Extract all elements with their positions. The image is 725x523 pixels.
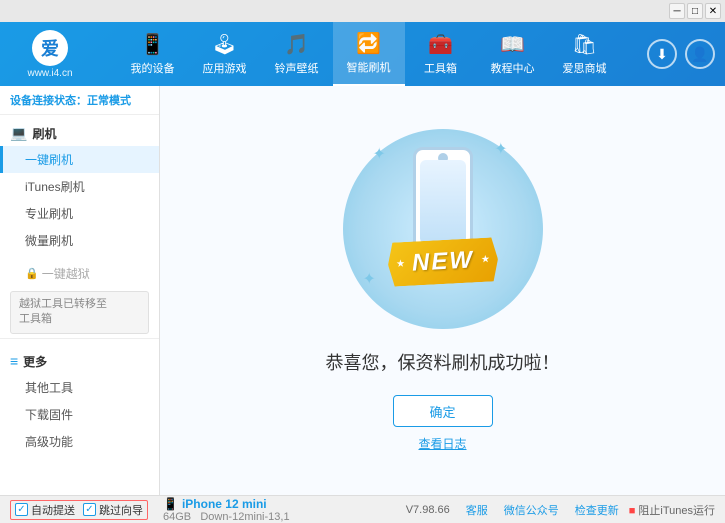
skip-wizard-checkbox[interactable] (83, 503, 96, 516)
version-label: V7.98.66 (406, 504, 450, 516)
bottom-right-links: V7.98.66 客服 微信公众号 检查更新 (406, 502, 619, 518)
device-info: 📱 iPhone 12 mini 64GB Down-12mini-13,1 (158, 497, 313, 523)
more-section-icon: ≡ (10, 353, 18, 369)
sparkle-icon-1: ✦ (373, 144, 386, 164)
device-icon: 📱 (163, 497, 178, 511)
logo[interactable]: 爱 www.i4.cn (10, 30, 90, 79)
nav-smart-flash[interactable]: 🔁 智能刷机 (333, 22, 405, 86)
sidebar-item-other-tools[interactable]: 其他工具 (0, 374, 159, 401)
nav-toolbox[interactable]: 🧰 工具箱 (405, 22, 477, 86)
more-section-title[interactable]: ≡ 更多 (0, 349, 159, 374)
wallpaper-icon: 🎵 (284, 32, 309, 57)
sidebar-item-jailbreak: 🔒 一键越狱 (0, 260, 159, 287)
status-label: 设备连接状态： (10, 95, 87, 107)
wechat-link[interactable]: 微信公众号 (504, 502, 559, 518)
success-message: 恭喜您，保资料刷机成功啦！ (326, 349, 560, 375)
download-button[interactable]: ⬇ (647, 39, 677, 69)
checkbox-group: 自动提送 跳过向导 (10, 500, 148, 520)
nav-apps-games[interactable]: 🕹 应用游戏 (189, 22, 261, 86)
user-button[interactable]: 👤 (685, 39, 715, 69)
nav-my-device[interactable]: 📱 我的设备 (117, 22, 189, 86)
star-right-icon: ★ (480, 254, 490, 265)
main-area: 设备连接状态：正常模式 💻 刷机 一键刷机 iTunes刷机 专业刷机 微量刷机… (0, 86, 725, 495)
status-value: 正常模式 (87, 95, 131, 107)
more-section: ≡ 更多 其他工具 下载固件 高级功能 (0, 343, 159, 461)
sidebar-item-one-click-flash[interactable]: 一键刷机 (0, 146, 159, 173)
success-illustration: ✦ ✦ ✦ ★ NEW ★ (343, 129, 543, 329)
confirm-button[interactable]: 确定 (393, 395, 493, 427)
sparkle-icon-2: ✦ (494, 139, 507, 159)
nav-right-buttons: ⬇ 👤 (647, 39, 715, 69)
daily-log-link[interactable]: 查看日志 (418, 435, 466, 452)
connection-status: 设备连接状态：正常模式 (0, 86, 159, 115)
auto-send-checkbox-label[interactable]: 自动提送 (15, 502, 75, 518)
sidebar-divider (0, 338, 159, 339)
device-details: 64GB Down-12mini-13,1 (163, 511, 313, 523)
nav-tutorial[interactable]: 📖 教程中心 (477, 22, 549, 86)
sidebar: 设备连接状态：正常模式 💻 刷机 一键刷机 iTunes刷机 专业刷机 微量刷机… (0, 86, 160, 495)
skip-wizard-checkbox-label[interactable]: 跳过向导 (83, 502, 143, 518)
apps-games-icon: 🕹 (212, 32, 237, 57)
nav-mall[interactable]: 🛍 爱思商城 (549, 22, 621, 86)
check-update-link[interactable]: 检查更新 (575, 502, 619, 518)
star-left-icon: ★ (395, 258, 405, 269)
minimize-button[interactable]: ─ (669, 3, 685, 19)
stop-icon: ■ (629, 505, 636, 517)
sidebar-notice: 越狱工具已转移至工具箱 (10, 291, 149, 334)
main-content: ✦ ✦ ✦ ★ NEW ★ 恭喜您，保资料刷机成功啦！ 确定 (160, 86, 725, 495)
header: 爱 www.i4.cn 📱 我的设备 🕹 应用游戏 🎵 铃声壁纸 🔁 智能刷机 … (0, 22, 725, 86)
sidebar-item-download-firmware[interactable]: 下载固件 (0, 401, 159, 428)
sparkle-icon-3: ✦ (363, 269, 376, 289)
flash-section-icon: 💻 (10, 125, 27, 142)
logo-icon: 爱 (32, 30, 68, 66)
sidebar-item-itunes-flash[interactable]: iTunes刷机 (0, 173, 159, 200)
auto-send-checkbox[interactable] (15, 503, 28, 516)
lock-icon: 🔒 (25, 267, 39, 280)
new-badge: ★ NEW ★ (386, 237, 498, 287)
support-link[interactable]: 客服 (466, 502, 488, 518)
my-device-icon: 📱 (140, 32, 165, 57)
stop-itunes-button[interactable]: ■阻止iTunes运行 (619, 502, 715, 518)
bottom-bar: 自动提送 跳过向导 📱 iPhone 12 mini 64GB Down-12m… (0, 495, 725, 523)
smart-flash-icon: 🔁 (356, 31, 381, 56)
nav-bar: 📱 我的设备 🕹 应用游戏 🎵 铃声壁纸 🔁 智能刷机 🧰 工具箱 📖 教程中心… (100, 22, 637, 86)
sidebar-item-advanced[interactable]: 高级功能 (0, 428, 159, 455)
flash-section-title[interactable]: 💻 刷机 (0, 121, 159, 146)
close-button[interactable]: ✕ (705, 3, 721, 19)
device-name: 📱 iPhone 12 mini (163, 497, 313, 511)
tutorial-icon: 📖 (500, 32, 525, 57)
flash-section: 💻 刷机 一键刷机 iTunes刷机 专业刷机 微量刷机 (0, 115, 159, 260)
logo-site: www.i4.cn (27, 68, 72, 79)
mall-icon: 🛍 (572, 32, 597, 57)
sidebar-item-micro-flash[interactable]: 微量刷机 (0, 227, 159, 254)
sidebar-item-pro-flash[interactable]: 专业刷机 (0, 200, 159, 227)
nav-wallpaper[interactable]: 🎵 铃声壁纸 (261, 22, 333, 86)
title-bar: ─ □ ✕ (0, 0, 725, 22)
maximize-button[interactable]: □ (687, 3, 703, 19)
toolbox-icon: 🧰 (428, 32, 453, 57)
